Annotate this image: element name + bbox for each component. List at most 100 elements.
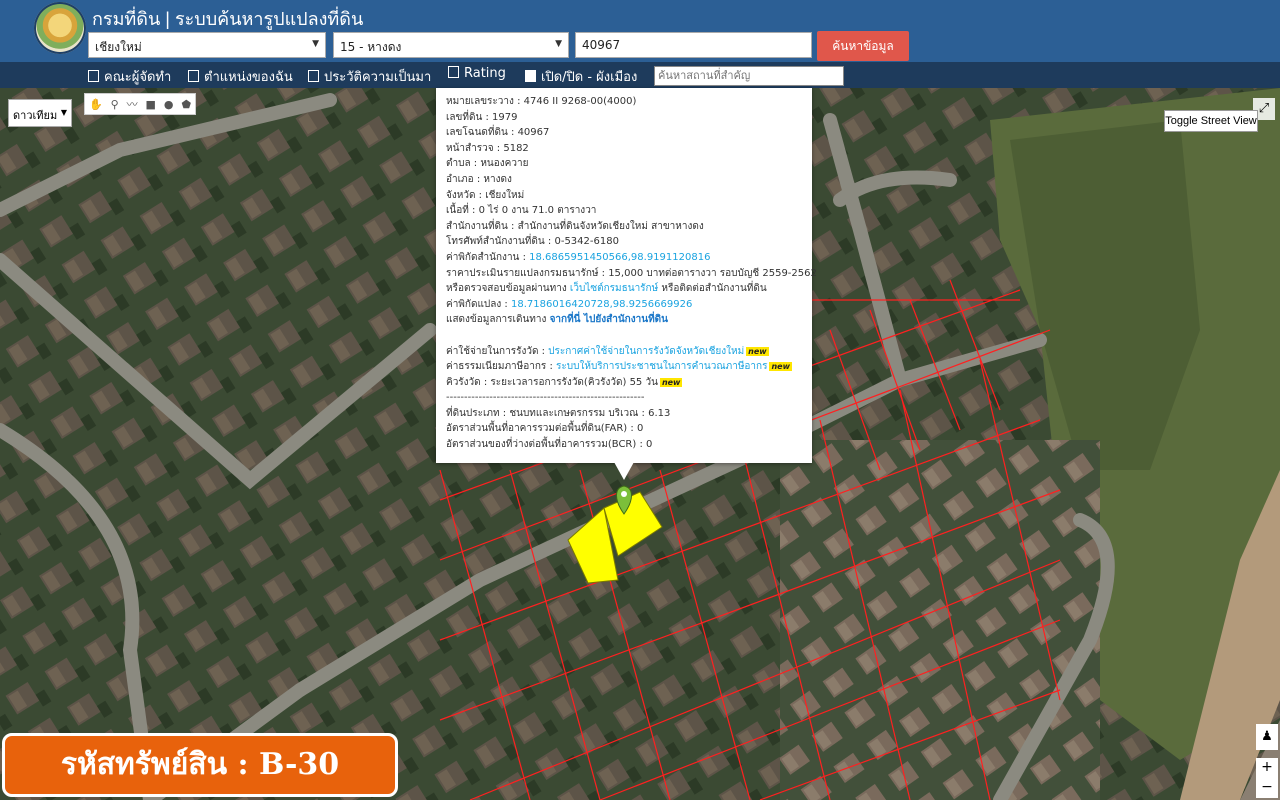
parcel-coord-link[interactable]: 18.7186016420728,98.9256669926 bbox=[511, 299, 692, 310]
survey-fee-link[interactable]: ประกาศค่าใช้จ่ายในการรังวัดจังหวัดเชียงใ… bbox=[548, 346, 744, 357]
toggle-street-view-button[interactable]: Toggle Street View bbox=[1164, 110, 1258, 132]
square-icon bbox=[88, 70, 99, 82]
info-value: สำนักงานที่ดินจังหวัดเชียงใหม่ สาขาหางดง bbox=[517, 220, 704, 232]
amphoe-select[interactable]: 15 - หางดง ▼ bbox=[333, 32, 569, 58]
info-value: 5182 bbox=[503, 142, 529, 154]
parcel-number-value: 40967 bbox=[582, 38, 621, 52]
office-coord-label: ค่าพิกัดสำนักงาน bbox=[446, 251, 520, 263]
nav-credits-label: คณะผู้จัดทำ bbox=[104, 70, 172, 85]
info-row: เลขที่ดิน : 1979 bbox=[446, 111, 518, 123]
hand-icon[interactable]: ✋ bbox=[89, 98, 103, 111]
info-row: อำเภอ : หางดง bbox=[446, 173, 512, 185]
info-label: จังหวัด bbox=[446, 189, 476, 201]
info-row: หมายเลขระวาง : 4746 II 9268-00(4000) bbox=[446, 96, 637, 107]
info-value: เชียงใหม่ bbox=[485, 189, 525, 201]
fee-row: ค่าใช้จ่ายในการรังวัด : ประกาศค่าใช้จ่าย… bbox=[446, 345, 769, 357]
info-value: 4746 II 9268-00(4000) bbox=[523, 96, 637, 107]
search-button[interactable]: ค้นหาข้อมูล bbox=[817, 31, 909, 61]
parcel-coord-row: ค่าพิกัดแปลง : 18.7186016420728,98.92566… bbox=[446, 298, 693, 310]
toggle-city-plan-label: เปิด/ปิด - ผังเมือง bbox=[541, 70, 638, 85]
route-row: แสดงข้อมูลการเดินทาง จากที่นี่ ไปยังสำนั… bbox=[446, 312, 802, 328]
amphoe-value: 15 - หางดง bbox=[340, 40, 402, 54]
bcr-row: อัตราส่วนของที่ว่างต่อพื้นที่อาคารรวม(BC… bbox=[446, 439, 653, 451]
info-label: เลขที่ดิน bbox=[446, 111, 483, 123]
new-badge: new bbox=[746, 346, 769, 356]
nav-rating[interactable]: Rating bbox=[448, 66, 506, 81]
chevron-down-icon: ▼ bbox=[555, 39, 562, 49]
info-label: อำเภอ bbox=[446, 173, 474, 185]
nav-rating-label: Rating bbox=[464, 66, 506, 81]
divider: ----------------------------------------… bbox=[446, 392, 645, 404]
drawing-toolbar: ✋ ⚲ 〰 ■ ● ⬟ bbox=[84, 93, 196, 115]
tax-row: ค่าธรรมเนียมภาษีอากร : ระบบให้บริการประช… bbox=[446, 361, 792, 373]
info-row: เลขโฉนดที่ดิน : 40967 bbox=[446, 127, 550, 139]
info-value: หนองควาย bbox=[480, 158, 529, 170]
tax-label: ค่าธรรมเนียมภาษีอากร bbox=[446, 361, 547, 373]
nav-my-location[interactable]: ตำแหน่งของฉัน bbox=[188, 66, 293, 87]
parcel-coord-label: ค่าพิกัดแปลง bbox=[446, 298, 502, 310]
zoom-in-button[interactable]: + bbox=[1256, 758, 1278, 779]
zoom-out-button[interactable]: − bbox=[1256, 778, 1278, 798]
tax-calc-link[interactable]: ระบบให้บริการประชาชนในการคำนวณภาษีอากร bbox=[556, 361, 767, 372]
zoning-row: ที่ดินประเภท : ชนบทและเกษตรกรรม บริเวณ :… bbox=[446, 407, 671, 419]
polyline-tool-icon[interactable]: 〰 bbox=[127, 96, 138, 112]
map-type-value: ดาวเทียม bbox=[13, 109, 58, 122]
asset-code-banner: รหัสทรัพย์สิน : B-30 bbox=[2, 733, 398, 797]
nav-credits[interactable]: คณะผู้จัดทำ bbox=[88, 66, 171, 87]
province-value: เชียงใหม่ bbox=[95, 40, 142, 54]
nav-my-location-label: ตำแหน่งของฉัน bbox=[204, 70, 293, 85]
place-search-input[interactable] bbox=[654, 66, 844, 86]
chevron-down-icon: ▼ bbox=[312, 39, 319, 49]
checkbox-icon[interactable] bbox=[525, 70, 536, 82]
toggle-city-plan[interactable]: เปิด/ปิด - ผังเมือง bbox=[525, 66, 637, 87]
info-label: หมายเลขระวาง bbox=[446, 96, 514, 107]
parcel-number-input[interactable]: 40967 bbox=[575, 32, 812, 58]
far-row: อัตราส่วนพื้นที่อาคารรวมต่อพื้นที่ดิน(FA… bbox=[446, 423, 644, 435]
info-label: เนื้อที่ bbox=[446, 205, 469, 217]
square-icon bbox=[308, 70, 319, 82]
info-label: ตำบล bbox=[446, 158, 471, 170]
new-badge: new bbox=[769, 362, 792, 372]
route-label: แสดงข้อมูลการเดินทาง bbox=[446, 314, 547, 326]
info-label: หน้าสำรวจ bbox=[446, 142, 494, 154]
info-label: โทรศัพท์สำนักงานที่ดิน bbox=[446, 236, 545, 248]
nav-history[interactable]: ประวัติความเป็นมา bbox=[308, 66, 431, 87]
pegman-icon[interactable]: ♟ bbox=[1256, 724, 1278, 750]
verify-row: หรือตรวจสอบข้อมูลผ่านทาง เว็บไซต์กรมธนาร… bbox=[446, 281, 802, 297]
info-value: 1979 bbox=[492, 111, 518, 123]
queue-row: คิวรังวัด : ระยะเวลารอการรังวัด(คิวรังวั… bbox=[446, 375, 802, 391]
fee-label: ค่าใช้จ่ายในการรังวัด bbox=[446, 345, 539, 357]
province-select[interactable]: เชียงใหม่ ▼ bbox=[88, 32, 326, 58]
route-link[interactable]: จากที่นี่ ไปยังสำนักงานที่ดิน bbox=[550, 314, 668, 325]
polygon-tool-icon[interactable]: ⬟ bbox=[181, 98, 191, 111]
new-badge: new bbox=[659, 377, 683, 387]
rectangle-tool-icon[interactable]: ■ bbox=[146, 98, 156, 111]
circle-tool-icon[interactable]: ● bbox=[164, 98, 174, 111]
parcel-info-popup: หมายเลขระวาง : 4746 II 9268-00(4000) เลข… bbox=[436, 88, 817, 463]
info-value: 0 ไร่ 0 งาน 71.0 ตารางวา bbox=[478, 205, 597, 217]
info-row: เนื้อที่ : 0 ไร่ 0 งาน 71.0 ตารางวา bbox=[446, 205, 597, 217]
nav-history-label: ประวัติความเป็นมา bbox=[324, 70, 432, 85]
app-title: กรมที่ดิน | ระบบค้นหารูปแปลงที่ดิน bbox=[92, 9, 364, 29]
marker-tool-icon[interactable]: ⚲ bbox=[111, 98, 119, 111]
info-value: หางดง bbox=[483, 173, 512, 185]
popup-pointer bbox=[614, 462, 634, 480]
map-type-select[interactable]: ดาวเทียม ▼ bbox=[8, 99, 72, 127]
price-row: ราคาประเมินรายแปลงกรมธนารักษ์ : 15,000 บ… bbox=[446, 267, 817, 279]
queue-text: คิวรังวัด : ระยะเวลารอการรังวัด(คิวรังวั… bbox=[446, 376, 658, 388]
info-label: เลขโฉนดที่ดิน bbox=[446, 127, 508, 139]
verify-prefix: หรือตรวจสอบข้อมูลผ่านทาง bbox=[446, 283, 567, 295]
info-row: ตำบล : หนองควาย bbox=[446, 158, 529, 170]
office-coord-link[interactable]: 18.6865951450566,98.9191120816 bbox=[529, 252, 710, 263]
info-value: 40967 bbox=[517, 127, 550, 139]
info-row: โทรศัพท์สำนักงานที่ดิน : 0-5342-6180 bbox=[446, 236, 619, 248]
info-value: 0-5342-6180 bbox=[554, 236, 619, 248]
square-icon bbox=[448, 66, 459, 78]
info-row: จังหวัด : เชียงใหม่ bbox=[446, 189, 525, 201]
department-seal-logo bbox=[34, 2, 86, 54]
info-row: สำนักงานที่ดิน : สำนักงานที่ดินจังหวัดเช… bbox=[446, 220, 704, 232]
square-icon bbox=[188, 70, 199, 82]
info-label: สำนักงานที่ดิน bbox=[446, 220, 508, 232]
treasury-website-link[interactable]: เว็บไซต์กรมธนารักษ์ bbox=[570, 283, 658, 294]
